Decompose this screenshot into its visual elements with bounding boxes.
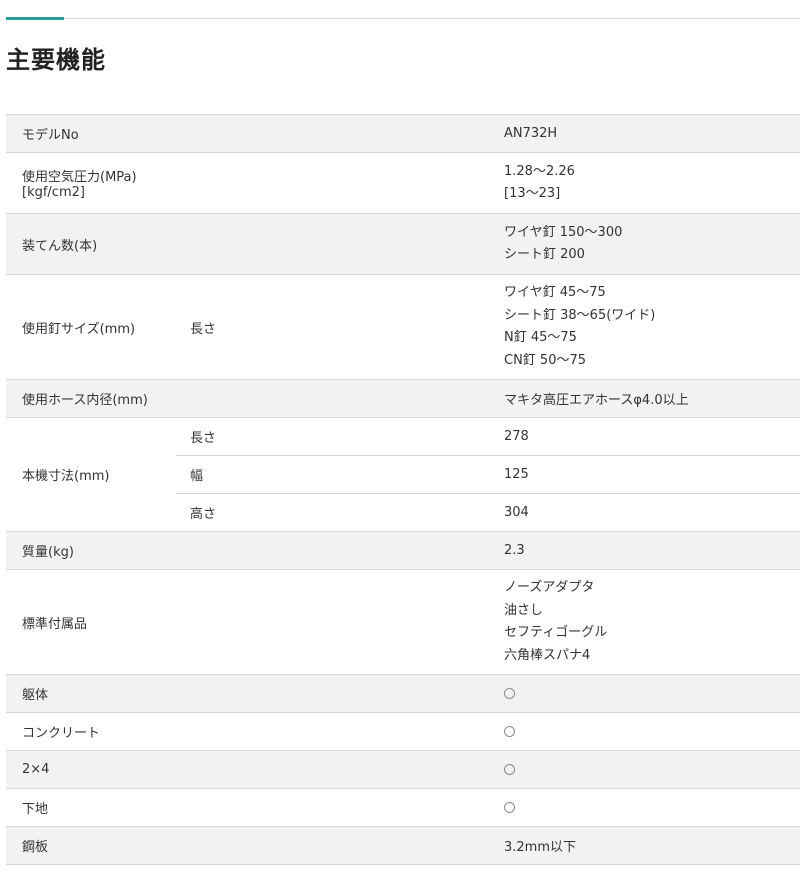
row-sub-label	[176, 213, 456, 275]
row-sub-label: 幅	[176, 455, 456, 494]
row-sub-label	[176, 114, 456, 153]
row-subfloor: 下地	[6, 788, 800, 827]
circle-mark-icon	[504, 726, 515, 737]
row-label: モデルNo	[6, 114, 176, 153]
row-steel-plate: 鋼板 3.2mm以下	[6, 826, 800, 865]
circle-mark-icon	[504, 802, 515, 813]
value-line: ワイヤ釘 45〜75	[504, 285, 606, 300]
row-nail-size: 使用釘サイズ(mm) 長さ ワイヤ釘 45〜75 シート釘 38〜65(ワイド)…	[6, 274, 800, 380]
circle-mark-icon	[504, 688, 515, 699]
row-hose: 使用ホース内径(mm) マキタ高圧エアホースφ4.0以上	[6, 379, 800, 418]
row-framing: 躯体	[6, 674, 800, 713]
row-label: 質量(kg)	[6, 531, 176, 570]
row-sub-label	[176, 379, 456, 418]
row-sub-label	[176, 712, 456, 751]
row-value: 278	[456, 417, 800, 456]
row-capacity: 装てん数(本) ワイヤ釘 150〜300 シート釘 200	[6, 213, 800, 275]
top-rule	[6, 18, 800, 19]
row-label: 使用釘サイズ(mm)	[6, 274, 176, 380]
value-line: セフティゴーグル	[504, 625, 608, 640]
row-value: 125	[456, 455, 800, 494]
row-concrete: コンクリート	[6, 712, 800, 751]
row-value: ワイヤ釘 150〜300 シート釘 200	[456, 213, 800, 275]
row-label: 2×4	[6, 750, 176, 789]
circle-mark-icon	[504, 764, 515, 775]
row-mass: 質量(kg) 2.3	[6, 531, 800, 570]
row-sub-label	[176, 152, 456, 214]
page-title: 主要機能	[6, 46, 106, 74]
row-value: AN732H	[456, 114, 800, 153]
row-label: 下地	[6, 788, 176, 827]
row-sub-label: 長さ	[176, 417, 456, 456]
row-sub-label	[176, 826, 456, 865]
row-dimensions-length: 本機寸法(mm) 長さ 278	[6, 417, 800, 532]
row-value	[456, 750, 800, 789]
row-label: 使用ホース内径(mm)	[6, 379, 176, 418]
row-value: 1.28〜2.26 [13〜23]	[456, 152, 800, 214]
row-sub-label	[176, 531, 456, 570]
row-label: 本機寸法(mm)	[6, 417, 176, 532]
value-line: シート釘 38〜65(ワイド)	[504, 307, 656, 323]
row-sub-label	[176, 569, 456, 675]
value-line: 1.28〜2.26	[504, 163, 575, 179]
row-value	[456, 788, 800, 827]
spec-table: モデルNo AN732H 使用空気圧力(MPa)[kgf/cm2] 1.28〜2…	[6, 114, 800, 865]
row-label: 鋼板	[6, 826, 176, 865]
row-value: 304	[456, 493, 800, 532]
value-line: 六角棒スパナ4	[504, 647, 591, 663]
row-sub-label	[176, 750, 456, 789]
row-pressure: 使用空気圧力(MPa)[kgf/cm2] 1.28〜2.26 [13〜23]	[6, 152, 800, 214]
value-line: N釘 45〜75	[504, 330, 577, 345]
value-line: シート釘 200	[504, 247, 585, 262]
row-two-by-four: 2×4	[6, 750, 800, 789]
row-label: 使用空気圧力(MPa)[kgf/cm2]	[6, 152, 176, 214]
row-sub-label: 長さ	[176, 274, 456, 380]
row-label: 標準付属品	[6, 569, 176, 675]
row-value: ノーズアダプタ 油さし セフティゴーグル 六角棒スパナ4	[456, 569, 800, 675]
row-value: 2.3	[456, 531, 800, 570]
value-line: [13〜23]	[504, 186, 561, 201]
row-label: 装てん数(本)	[6, 213, 176, 275]
row-label: コンクリート	[6, 712, 176, 751]
title-accent-bar	[6, 17, 64, 20]
row-accessories: 標準付属品 ノーズアダプタ 油さし セフティゴーグル 六角棒スパナ4	[6, 569, 800, 675]
value-line: 油さし	[504, 602, 544, 618]
row-model: モデルNo AN732H	[6, 114, 800, 153]
value-line: CN釘 50〜75	[504, 352, 587, 368]
row-sub-label: 高さ	[176, 493, 456, 532]
row-value	[456, 712, 800, 751]
row-value: 3.2mm以下	[456, 826, 800, 865]
row-label: 躯体	[6, 674, 176, 713]
row-sub-label	[176, 788, 456, 827]
row-sub-label	[176, 674, 456, 713]
row-value: マキタ高圧エアホースφ4.0以上	[456, 379, 800, 418]
value-line: ノーズアダプタ	[504, 580, 595, 595]
row-value	[456, 674, 800, 713]
row-value: ワイヤ釘 45〜75 シート釘 38〜65(ワイド) N釘 45〜75 CN釘 …	[456, 274, 800, 380]
value-line: ワイヤ釘 150〜300	[504, 224, 623, 240]
